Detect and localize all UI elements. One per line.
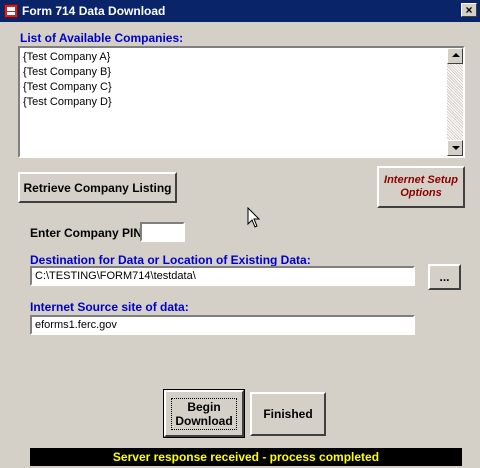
arrow-up-icon xyxy=(452,53,460,57)
close-button[interactable]: × xyxy=(461,3,477,17)
internet-setup-options-button[interactable]: Internet Setup Options xyxy=(377,166,465,208)
begin-download-button[interactable]: Begin Download xyxy=(163,389,245,438)
begin-download-label-line1: Begin xyxy=(187,399,221,414)
finished-button[interactable]: Finished xyxy=(250,392,326,436)
retrieve-company-listing-button[interactable]: Retrieve Company Listing xyxy=(18,172,177,203)
source-input[interactable]: eforms1.ferc.gov xyxy=(30,315,415,335)
destination-input[interactable]: C:\TESTING\FORM714\testdata\ xyxy=(30,266,415,286)
window-title: Form 714 Data Download xyxy=(22,4,166,18)
finished-button-label: Finished xyxy=(263,407,313,421)
vertical-scrollbar[interactable] xyxy=(447,48,463,156)
source-label: Internet Source site of data: xyxy=(30,300,189,314)
internet-button-label-line1: Internet Setup xyxy=(384,174,458,186)
begin-download-label-line2: Download xyxy=(175,413,233,428)
arrow-cursor-icon xyxy=(247,207,261,228)
list-item[interactable]: {Test Company A} xyxy=(23,50,112,65)
list-item[interactable]: {Test Company B} xyxy=(23,65,112,80)
browse-button[interactable]: ... xyxy=(428,264,461,290)
status-bar: Server response received - process compl… xyxy=(30,448,462,466)
browse-button-label: ... xyxy=(439,270,450,284)
companies-listbox[interactable]: {Test Company A} {Test Company B} {Test … xyxy=(18,46,465,158)
pin-input[interactable] xyxy=(140,222,185,242)
app-icon xyxy=(4,4,18,18)
list-item[interactable]: {Test Company D} xyxy=(23,95,112,110)
destination-label: Destination for Data or Location of Exis… xyxy=(30,253,311,267)
begin-download-label: Begin Download xyxy=(171,397,237,430)
list-item[interactable]: {Test Company C} xyxy=(23,80,112,95)
pin-label: Enter Company PIN: xyxy=(30,226,147,240)
arrow-down-icon xyxy=(452,146,460,150)
title-bar: Form 714 Data Download × xyxy=(0,0,480,22)
retrieve-button-label: Retrieve Company Listing xyxy=(23,180,172,195)
scroll-up-button[interactable] xyxy=(447,48,463,64)
scroll-down-button[interactable] xyxy=(447,140,463,156)
companies-label: List of Available Companies: xyxy=(20,31,184,45)
internet-button-label-line2: Options xyxy=(400,187,442,199)
